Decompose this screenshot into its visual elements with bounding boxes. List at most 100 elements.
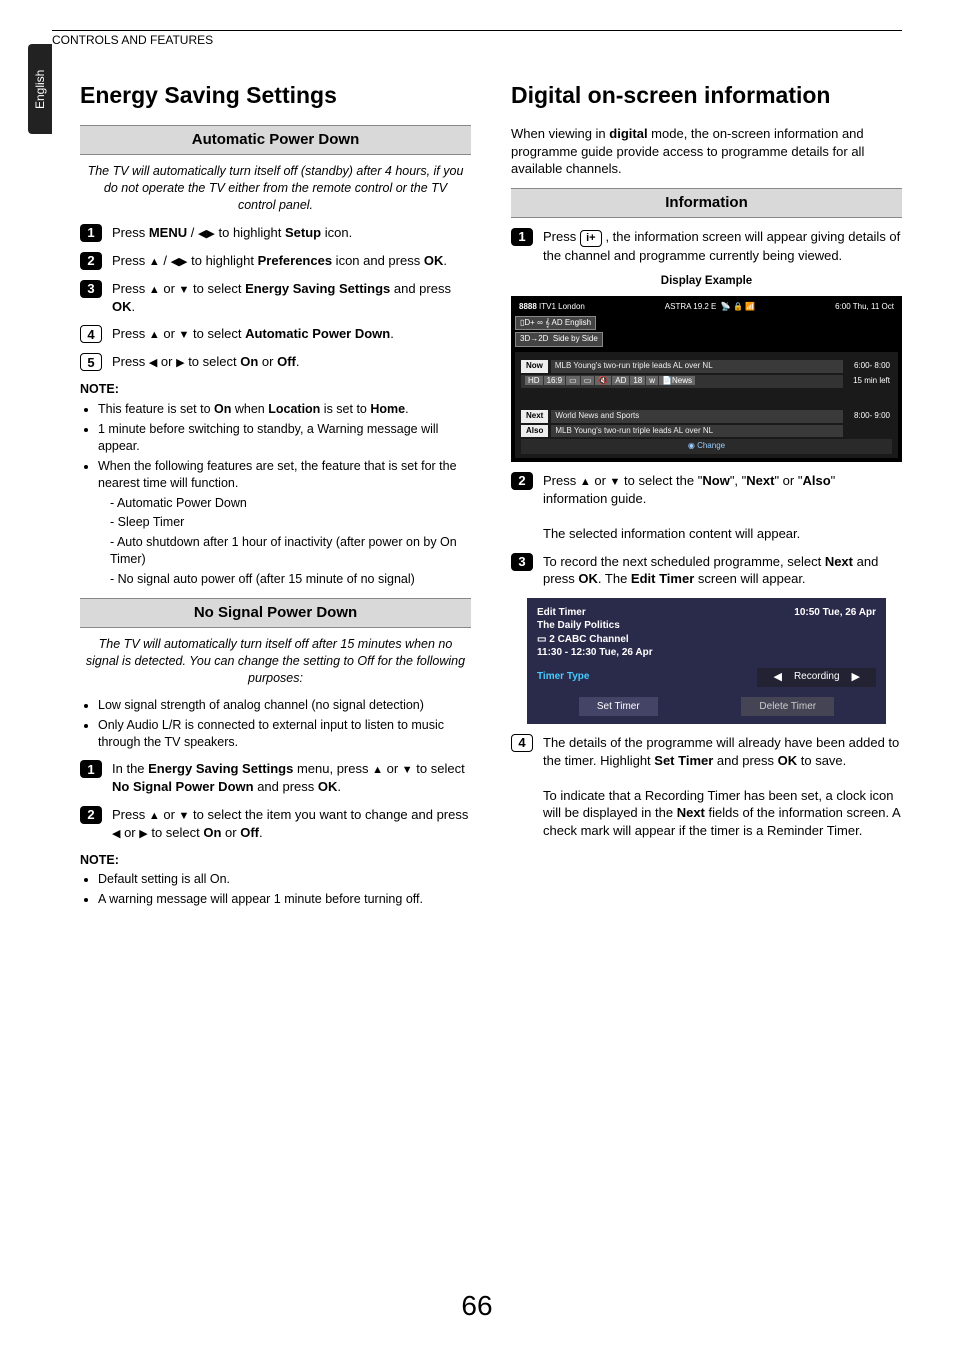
osd-top-row: 8888 ITV1 London ASTRA 19.2 E 📡 🔒 📶 6:00… [515, 300, 898, 315]
osd-now-title: MLB Young's two-run triple leads AL over… [551, 360, 843, 373]
et-clock: 10:50 Tue, 26 Apr [794, 606, 876, 660]
info-step-4: 4 The details of the programme will alre… [511, 734, 902, 839]
ns-note-1: Default setting is all On. [98, 871, 471, 888]
apd-step-5: 5 Press ◀ or ▶ to select On or Off. [80, 353, 471, 371]
osd-next-title: World News and Sports [551, 410, 843, 423]
apd-sub-3: Auto shutdown after 1 hour of inactivity… [110, 534, 471, 568]
ns-bullet-2: Only Audio L/R is connected to external … [98, 717, 471, 751]
et-header: Edit Timer The Daily Politics ▭ 2 CABC C… [537, 606, 876, 660]
apd-step-3: 3 Press ▲ or ▼ to select Energy Saving S… [80, 280, 471, 315]
apd-step-2: 2 Press ▲ / ◀▶ to highlight Preferences … [80, 252, 471, 270]
step-badge-5: 5 [80, 353, 102, 371]
apd-note-heading: NOTE: [80, 381, 471, 398]
ns-step-1-text: In the Energy Saving Settings menu, pres… [112, 760, 471, 795]
apd-note-3: When the following features are set, the… [98, 458, 471, 588]
apd-step-1: 1 Press MENU / ◀▶ to highlight Setup ico… [80, 224, 471, 242]
badge-mute: 🔇 [595, 376, 611, 385]
osd-satellite: ASTRA 19.2 E 📡 🔒 📶 [665, 302, 755, 313]
osd-badges-row: HD16:9▭▭🔇AD18ᴡ📄News 15 min left [521, 375, 892, 388]
et-slot: 11:30 - 12:30 Tue, 26 Apr [537, 646, 653, 660]
osd-now-time: 6:00- 8:00 [846, 361, 892, 372]
osd-info-panel: 8888 ITV1 London ASTRA 19.2 E 📡 🔒 📶 6:00… [511, 296, 902, 462]
edit-timer-panel: Edit Timer The Daily Politics ▭ 2 CABC C… [527, 598, 886, 724]
info-step-1: 1 Press i+ , the information screen will… [511, 228, 902, 264]
badge-18: 18 [630, 376, 645, 385]
osd-channel: 8888 ITV1 London [519, 302, 585, 313]
apd-step-5-text: Press ◀ or ▶ to select On or Off. [112, 353, 471, 371]
badge-169: 16:9 [544, 376, 566, 385]
osd-next-time: 8:00- 9:00 [846, 411, 892, 422]
et-type-row: Timer Type ◀Recording▶ [537, 668, 876, 687]
apd-sub-1: Automatic Power Down [110, 495, 471, 512]
badge-sub2: ▭ [581, 376, 595, 385]
osd-tag-dplus: ▯D+ ∞ 𝄞 AD English [515, 316, 596, 331]
info-step-3: 3 To record the next scheduled programme… [511, 553, 902, 588]
delete-timer-button[interactable]: Delete Timer [741, 697, 834, 717]
badge-w: ᴡ [646, 376, 658, 385]
osd-change-footer: ◉ Change [521, 439, 892, 454]
right-column: Digital on-screen information When viewi… [511, 80, 902, 911]
et-buttons: Set Timer Delete Timer [537, 697, 876, 717]
step-badge-r3: 3 [511, 553, 533, 571]
osd-clock: 6:00 Thu, 11 Oct [835, 302, 894, 313]
et-type-label: Timer Type [537, 670, 589, 684]
badge-hd: HD [525, 376, 543, 385]
osd-next-row: Next World News and Sports 8:00- 9:00 [521, 410, 892, 423]
no-signal-bullets: Low signal strength of analog channel (n… [80, 697, 471, 751]
osd-next-label: Next [521, 410, 548, 423]
step-badge-3: 3 [80, 280, 102, 298]
step-badge-2: 2 [80, 252, 102, 270]
apd-step-3-text: Press ▲ or ▼ to select Energy Saving Set… [112, 280, 471, 315]
step-badge-1: 1 [80, 224, 102, 242]
section-information: Information [511, 188, 902, 218]
apd-sub-4: No signal auto power off (after 15 minut… [110, 571, 471, 588]
set-timer-button[interactable]: Set Timer [579, 697, 658, 717]
display-example-label: Display Example [511, 274, 902, 290]
ns-note-heading: NOTE: [80, 852, 471, 869]
osd-min-left: 15 min left [846, 376, 892, 387]
left-column: Energy Saving Settings Automatic Power D… [80, 80, 471, 911]
badge-ad: AD [612, 376, 629, 385]
ns-note-2: A warning message will appear 1 minute b… [98, 891, 471, 908]
apd-step-4-text: Press ▲ or ▼ to select Automatic Power D… [112, 325, 471, 343]
et-title: Edit Timer [537, 606, 653, 620]
apd-note-2: 1 minute before switching to standby, a … [98, 421, 471, 455]
osd-badges: HD16:9▭▭🔇AD18ᴡ📄News [521, 375, 843, 388]
info-step-4-text: The details of the programme will alread… [543, 734, 902, 839]
et-type-value: ◀Recording▶ [757, 668, 876, 687]
section-no-signal: No Signal Power Down [80, 598, 471, 628]
ns-notes: Default setting is all On. A warning mes… [80, 871, 471, 908]
step-badge-1b: 1 [80, 760, 102, 778]
step-badge-r2: 2 [511, 472, 533, 490]
page-header: CONTROLS AND FEATURES [52, 30, 902, 47]
apd-note-3-text: When the following features are set, the… [98, 459, 457, 490]
osd-tags-2: 3D→2D Side by Side [515, 331, 898, 348]
info-step-2b: The selected information content will ap… [543, 526, 800, 541]
osd-body: Now MLB Young's two-run triple leads AL … [515, 352, 898, 458]
page-number: 66 [0, 1290, 954, 1322]
apd-step-4: 4 Press ▲ or ▼ to select Automatic Power… [80, 325, 471, 343]
ns-step-2-text: Press ▲ or ▼ to select the item you want… [112, 806, 471, 842]
digital-intro: When viewing in digital mode, the on-scr… [511, 125, 902, 178]
badge-news: 📄News [659, 376, 695, 385]
apd-step-2-text: Press ▲ / ◀▶ to highlight Preferences ic… [112, 252, 471, 270]
info-button-icon: i+ [580, 230, 602, 247]
apd-subnotes: Automatic Power Down Sleep Timer Auto sh… [98, 495, 471, 588]
osd-now-label: Now [521, 360, 548, 373]
osd-also-label: Also [521, 425, 548, 438]
apd-note-1: This feature is set to On when Location … [98, 401, 471, 418]
apd-step-1-text: Press MENU / ◀▶ to highlight Setup icon. [112, 224, 471, 242]
ns-step-1: 1 In the Energy Saving Settings menu, pr… [80, 760, 471, 795]
info-step-2: 2 Press ▲ or ▼ to select the "Now", "Nex… [511, 472, 902, 542]
apd-notes: This feature is set to On when Location … [80, 401, 471, 588]
step-badge-4: 4 [80, 325, 102, 343]
no-signal-intro: The TV will automatically turn itself of… [80, 636, 471, 687]
osd-also-row: Also MLB Young's two-run triple leads AL… [521, 425, 892, 438]
osd-tag-3d2d: 3D→2D Side by Side [515, 332, 603, 347]
apd-sub-2: Sleep Timer [110, 514, 471, 531]
auto-power-intro: The TV will automatically turn itself of… [80, 163, 471, 214]
osd-now-row: Now MLB Young's two-run triple leads AL … [521, 360, 892, 373]
heading-digital-osd: Digital on-screen information [511, 80, 902, 111]
step-badge-r1: 1 [511, 228, 533, 246]
info-step-1-text: Press i+ , the information screen will a… [543, 228, 902, 264]
